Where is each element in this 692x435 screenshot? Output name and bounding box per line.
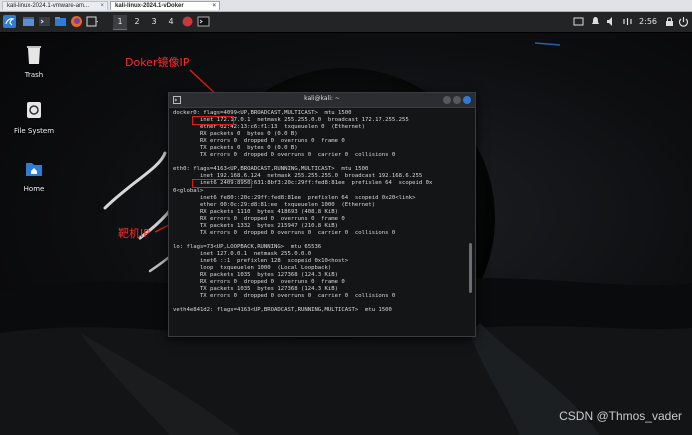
terminal-line: RX packets 1035 bytes 127368 (124.3 KiB) (173, 272, 339, 279)
terminal-titlebar[interactable]: kali@kali: ~ (169, 93, 475, 108)
terminal-window[interactable]: kali@kali: ~ docker0: flags=4099<UP,BROA… (168, 92, 476, 337)
terminal-line: ether 02:42:13:c6:f1:13 txqueuelen 0 (Et… (173, 124, 365, 131)
terminal-line: TX packets 1035 bytes 127368 (124.3 KiB) (173, 286, 339, 293)
terminal-line: inet 127.0.0.1 netmask 255.0.0.0 (173, 250, 312, 257)
terminal-line: inet6 ::1 prefixlen 128 scopeid 0x10<hos… (173, 257, 349, 264)
terminal-scrollbar[interactable] (469, 243, 472, 293)
terminal-line: inet6 fe80::20c:29ff:fed8:81ee prefixlen… (173, 194, 416, 201)
close-button[interactable] (463, 96, 471, 104)
maximize-button[interactable] (453, 96, 461, 104)
terminal-line: RX errors 0 dropped 0 overruns 0 frame 0 (173, 215, 345, 222)
host-ip-annotation: 靶机IP (118, 227, 150, 240)
terminal-line: TX errors 0 dropped 0 overruns 0 carrier… (173, 293, 396, 300)
terminal-line: TX errors 0 dropped 0 overruns 0 carrier… (173, 229, 396, 236)
terminal-line: RX errors 0 dropped 0 overruns 0 frame 0 (173, 279, 345, 286)
terminal-line: lo: flags=73<UP,LOOPBACK,RUNNING> mtu 65… (173, 243, 322, 250)
host-ip-highlight (192, 179, 252, 188)
csdn-watermark: CSDN @Thmos_vader (559, 409, 682, 423)
terminal-title: kali@kali: ~ (304, 95, 340, 102)
terminal-line: 0<global> (173, 187, 204, 194)
terminal-line: TX packets 0 bytes 0 (0.0 B) (173, 145, 298, 152)
terminal-line: ether 00:0c:29:d8:81:ee txqueuelen 1000 … (173, 201, 376, 208)
docker-ip-highlight (192, 116, 234, 125)
minimize-button[interactable] (443, 96, 451, 104)
terminal-line: TX errors 0 dropped 0 overruns 0 carrier… (173, 152, 396, 159)
terminal-output[interactable]: docker0: flags=4099<UP,BROADCAST,MULTICA… (173, 110, 463, 332)
terminal-line: veth4e841d2: flags=4163<UP,BROADCAST,RUN… (173, 307, 392, 314)
terminal-line: loop txqueuelen 1000 (Local Loopback) (173, 265, 332, 272)
terminal-line: RX packets 1110 bytes 418693 (408.8 KiB) (173, 208, 339, 215)
docker-ip-annotation: Doker镜像IP (125, 56, 190, 69)
terminal-line: RX packets 0 bytes 0 (0.0 B) (173, 131, 298, 138)
terminal-line: RX errors 0 dropped 0 overruns 0 frame 0 (173, 138, 345, 145)
terminal-line: TX packets 1332 bytes 215947 (210.8 KiB) (173, 222, 339, 229)
terminal-line: eth0: flags=4163<UP,BROADCAST,RUNNING,MU… (173, 166, 369, 173)
